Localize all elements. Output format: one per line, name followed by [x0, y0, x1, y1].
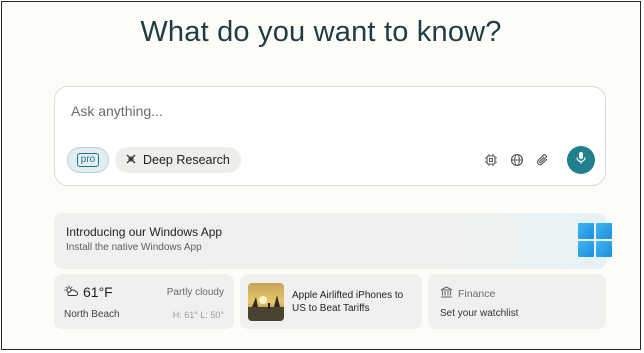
- finance-label: Finance: [458, 287, 496, 300]
- pro-badge: pro: [76, 153, 100, 167]
- windows-logo-icon: [578, 223, 612, 257]
- app-frame: What do you want to know? pro Deep Resea…: [1, 1, 641, 350]
- search-input[interactable]: [69, 99, 513, 123]
- bank-icon: [440, 286, 453, 301]
- news-thumbnail: [248, 283, 284, 321]
- deep-research-button[interactable]: Deep Research: [115, 147, 241, 173]
- page-title: What do you want to know?: [140, 16, 502, 48]
- weather-condition: Partly cloudy: [166, 287, 224, 298]
- weather-temperature: 61°F: [83, 284, 113, 300]
- news-card[interactable]: Apple Airlifted iPhones to US to Beat Ta…: [240, 274, 422, 329]
- finance-header: Finance: [440, 286, 495, 301]
- deep-research-icon: [125, 153, 137, 168]
- finance-subtitle: Set your watchlist: [440, 308, 519, 319]
- pro-toggle-button[interactable]: pro: [67, 147, 109, 173]
- voice-input-button[interactable]: [567, 146, 595, 174]
- promo-subtitle: Install the native Windows App: [66, 242, 202, 253]
- weather-high-low: H: 61° L: 50°: [172, 310, 224, 320]
- windows-app-promo[interactable]: Introducing our Windows App Install the …: [54, 213, 612, 269]
- weather-location: North Beach: [64, 309, 120, 320]
- news-title: Apple Airlifted iPhones to US to Beat Ta…: [292, 290, 404, 314]
- finance-card[interactable]: Finance Set your watchlist: [428, 274, 606, 329]
- promo-title: Introducing our Windows App: [66, 225, 223, 239]
- weather-card[interactable]: 61°F Partly cloudy North Beach H: 61° L:…: [54, 274, 234, 329]
- paperclip-icon[interactable]: [533, 150, 553, 170]
- search-box[interactable]: pro Deep Research: [54, 86, 606, 186]
- deep-research-label: Deep Research: [143, 153, 230, 167]
- cpu-icon[interactable]: [481, 150, 501, 170]
- sun-cloud-icon: [64, 284, 78, 300]
- mic-icon: [575, 151, 587, 170]
- weather-temperature-row: 61°F: [64, 284, 113, 300]
- globe-icon[interactable]: [507, 150, 527, 170]
